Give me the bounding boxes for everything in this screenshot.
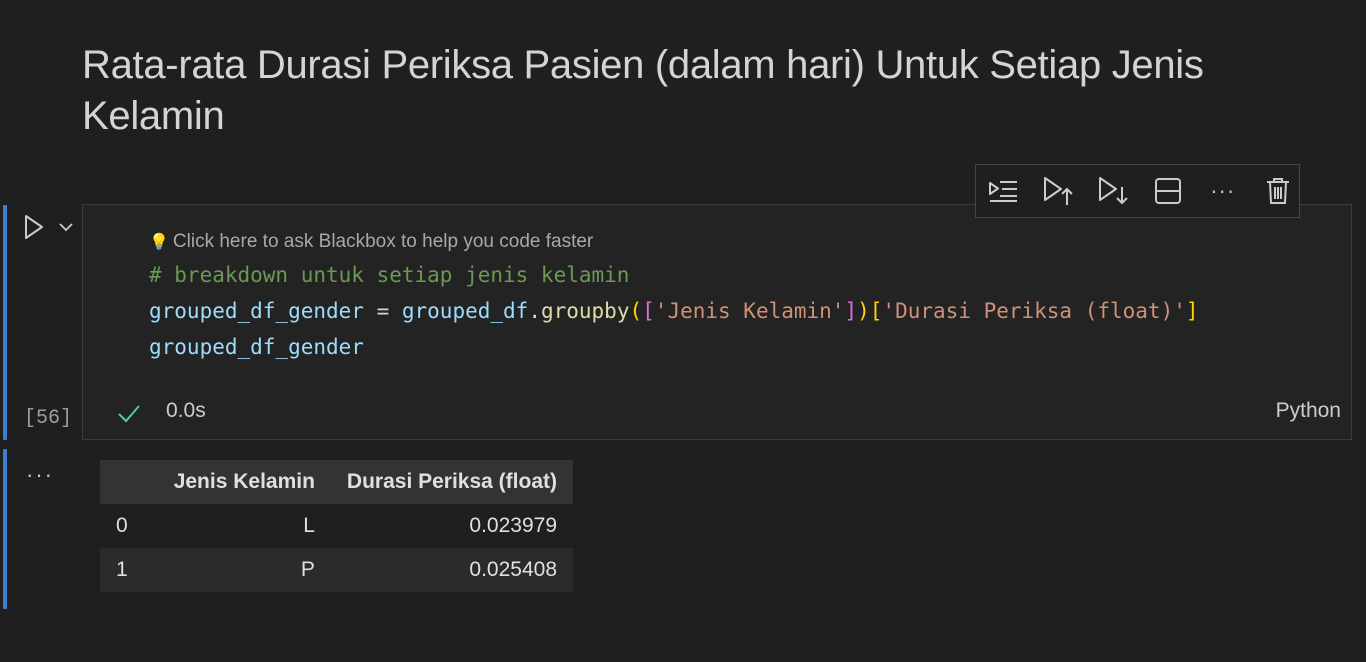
table-cell: L xyxy=(303,514,315,537)
split-cell-button[interactable] xyxy=(1146,169,1189,213)
delete-cell-button[interactable] xyxy=(1256,169,1299,213)
execution-count: [56] xyxy=(24,407,73,430)
table-cell: 0.025408 xyxy=(469,558,557,581)
output-focus-indicator xyxy=(3,449,7,609)
table-header-durasi-periksa: Durasi Periksa (float) xyxy=(346,470,557,493)
output-actions-button[interactable]: ··· xyxy=(26,462,54,488)
table-header-row: Jenis Kelamin Durasi Periksa (float) xyxy=(100,460,573,504)
cell-language[interactable]: Python xyxy=(1276,399,1341,423)
delete-cell-icon xyxy=(1266,178,1289,204)
code-token: = xyxy=(363,299,402,323)
blackbox-hint-text: Click here to ask Blackbox to help you c… xyxy=(172,231,594,252)
table-header-jenis-kelamin: Jenis Kelamin xyxy=(173,470,315,493)
code-cell[interactable]: 💡 Click here to ask Blackbox to help you … xyxy=(82,204,1352,440)
code-token: [ xyxy=(642,299,655,323)
table-cell-index: 1 xyxy=(116,558,128,581)
cell-toolbar: ··· xyxy=(975,164,1300,218)
run-below-button[interactable] xyxy=(1092,169,1135,213)
blackbox-hint[interactable]: 💡 Click here to ask Blackbox to help you … xyxy=(149,231,593,253)
notebook-editor: Rata-rata Durasi Periksa Pasien (dalam h… xyxy=(0,0,1366,662)
run-below-icon xyxy=(1099,177,1128,205)
more-actions-icon: ··· xyxy=(1210,178,1236,203)
code-token: 'Jenis Kelamin' xyxy=(654,299,845,323)
code-token: ( xyxy=(629,299,643,323)
cell-focus-indicator xyxy=(3,205,7,440)
run-above-icon xyxy=(1044,177,1073,205)
dataframe-output-table: Jenis Kelamin Durasi Periksa (float) 0 L… xyxy=(100,460,573,592)
cell-status-bar: 0.0s Python xyxy=(83,395,1351,439)
execute-above-and-cell-button[interactable] xyxy=(982,169,1025,213)
run-options-dropdown[interactable] xyxy=(55,216,77,238)
table-row: 1 P 0.025408 xyxy=(100,548,573,592)
code-token: . xyxy=(528,299,541,323)
table-cell: 0.023979 xyxy=(469,514,557,537)
code-token: ) xyxy=(857,299,870,323)
table-cell: P xyxy=(300,558,315,581)
code-token: grouped_df_gender xyxy=(149,299,364,323)
code-line-3: grouped_df_gender xyxy=(149,335,364,359)
table-header-index xyxy=(100,460,158,504)
table-cell-index: 0 xyxy=(116,514,128,537)
chevron-down-icon xyxy=(59,223,73,232)
code-line-2: grouped_df_gender = grouped_df.groupby([… xyxy=(149,296,1199,326)
run-cell-button[interactable] xyxy=(20,212,48,242)
execution-time: 0.0s xyxy=(166,399,206,422)
execute-above-and-cell-icon xyxy=(989,181,1018,202)
code-token: ] xyxy=(1185,299,1199,323)
lightbulb-icon: 💡 xyxy=(149,234,169,251)
code-token: groupby xyxy=(540,299,630,323)
code-token: 'Durasi Periksa (float)' xyxy=(882,299,1186,323)
markdown-heading: Rata-rata Durasi Periksa Pasien (dalam h… xyxy=(82,43,1204,138)
code-editor[interactable]: 💡 Click here to ask Blackbox to help you … xyxy=(83,205,1351,385)
split-cell-icon xyxy=(1154,178,1181,204)
table-row: 0 L 0.023979 xyxy=(100,504,573,548)
play-icon xyxy=(25,215,43,239)
code-line-1: # breakdown untuk setiap jenis kelamin xyxy=(149,263,630,287)
check-icon xyxy=(118,405,140,423)
run-above-button[interactable] xyxy=(1037,169,1080,213)
code-token: ] xyxy=(844,299,858,323)
code-token: [ xyxy=(869,299,883,323)
more-actions-button[interactable]: ··· xyxy=(1201,169,1244,213)
code-token: grouped_df xyxy=(401,299,529,323)
